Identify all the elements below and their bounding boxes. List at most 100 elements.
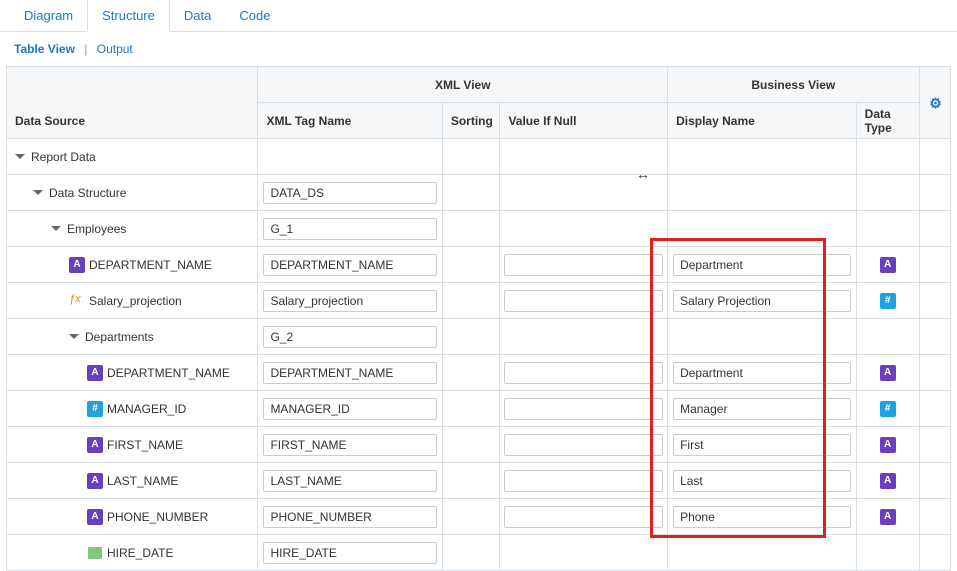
source-label: Data Structure <box>49 186 126 200</box>
value-if-null-input[interactable] <box>504 290 663 312</box>
text-type-icon[interactable] <box>880 509 896 525</box>
source-label: Departments <box>85 330 154 344</box>
value-if-null-input[interactable] <box>504 434 663 456</box>
header-xml-view: XML View <box>258 67 668 103</box>
text-type-icon[interactable] <box>880 437 896 453</box>
source-label: LAST_NAME <box>107 474 178 488</box>
header-data-source: Data Source <box>7 67 258 139</box>
value-if-null-input[interactable] <box>504 506 663 528</box>
table-row: LAST_NAME <box>7 463 951 499</box>
display-name-input[interactable] <box>673 254 851 276</box>
sub-tab-bar: Table View | Output <box>0 32 957 66</box>
header-sorting: Sorting <box>442 103 500 139</box>
display-name-input[interactable] <box>673 362 851 384</box>
text-type-icon <box>87 509 103 525</box>
number-type-icon <box>87 401 103 417</box>
tree-node[interactable]: FIRST_NAME <box>7 427 257 462</box>
xml-tag-input[interactable] <box>263 182 436 204</box>
table-row: HIRE_DATE <box>7 535 951 571</box>
text-type-icon <box>87 437 103 453</box>
date-type-icon <box>87 545 103 561</box>
text-type-icon <box>69 257 85 273</box>
header-xml-tag-name: XML Tag Name <box>258 103 442 139</box>
xml-tag-input[interactable] <box>263 542 436 564</box>
settings-icon[interactable] <box>928 95 944 111</box>
xml-tag-input[interactable] <box>263 362 436 384</box>
text-type-icon <box>87 365 103 381</box>
table-row: PHONE_NUMBER <box>7 499 951 535</box>
header-data-type: Data Type <box>856 103 919 139</box>
text-type-icon[interactable] <box>880 473 896 489</box>
value-if-null-input[interactable] <box>504 398 663 420</box>
display-name-input[interactable] <box>673 398 851 420</box>
subtab-table-view[interactable]: Table View <box>14 42 75 56</box>
xml-tag-input[interactable] <box>263 254 436 276</box>
xml-tag-input[interactable] <box>263 290 436 312</box>
expand-icon[interactable] <box>69 334 79 339</box>
xml-tag-input[interactable] <box>263 506 436 528</box>
source-label: PHONE_NUMBER <box>107 510 208 524</box>
function-icon <box>69 293 85 309</box>
subtab-output[interactable]: Output <box>97 42 133 56</box>
table-row: DEPARTMENT_NAME <box>7 355 951 391</box>
xml-tag-input[interactable] <box>263 218 436 240</box>
text-type-icon[interactable] <box>880 365 896 381</box>
structure-table: Data Source XML View Business View XML T… <box>6 66 951 571</box>
top-tabs: Diagram Structure Data Code <box>0 0 957 32</box>
source-label: Salary_projection <box>89 294 182 308</box>
tree-node[interactable]: Departments <box>7 319 257 354</box>
header-business-view: Business View <box>668 67 919 103</box>
header-value-if-null: Value If Null <box>500 103 668 139</box>
display-name-input[interactable] <box>673 470 851 492</box>
table-row: Salary_projection <box>7 283 951 319</box>
display-name-input[interactable] <box>673 290 851 312</box>
text-type-icon[interactable] <box>880 257 896 273</box>
expand-icon[interactable] <box>15 154 25 159</box>
tree-node[interactable]: DEPARTMENT_NAME <box>7 355 257 390</box>
xml-tag-input[interactable] <box>263 434 436 456</box>
tab-code[interactable]: Code <box>225 0 284 31</box>
xml-tag-input[interactable] <box>263 398 436 420</box>
source-label: Report Data <box>31 150 96 164</box>
table-row: Data Structure <box>7 175 951 211</box>
tree-node[interactable]: HIRE_DATE <box>7 535 257 570</box>
expand-icon[interactable] <box>33 190 43 195</box>
value-if-null-input[interactable] <box>504 470 663 492</box>
tab-diagram[interactable]: Diagram <box>10 0 87 31</box>
column-resize-handle[interactable]: ↔ <box>636 166 650 182</box>
structure-grid-wrap: Data Source XML View Business View XML T… <box>0 66 957 571</box>
tab-structure[interactable]: Structure <box>87 0 170 32</box>
tree-node[interactable]: Report Data <box>7 139 257 174</box>
table-row: FIRST_NAME <box>7 427 951 463</box>
table-row: Departments <box>7 319 951 355</box>
source-label: FIRST_NAME <box>107 438 183 452</box>
value-if-null-input[interactable] <box>504 254 663 276</box>
number-type-icon[interactable] <box>880 293 896 309</box>
table-row: Employees <box>7 211 951 247</box>
table-row: Report Data <box>7 139 951 175</box>
expand-icon[interactable] <box>51 226 61 231</box>
tree-node[interactable]: Data Structure <box>7 175 257 210</box>
tree-node[interactable]: Salary_projection <box>7 283 257 318</box>
xml-tag-input[interactable] <box>263 326 436 348</box>
display-name-input[interactable] <box>673 506 851 528</box>
tree-node[interactable]: MANAGER_ID <box>7 391 257 426</box>
table-row: MANAGER_ID <box>7 391 951 427</box>
number-type-icon[interactable] <box>880 401 896 417</box>
source-label: DEPARTMENT_NAME <box>89 258 212 272</box>
xml-tag-input[interactable] <box>263 470 436 492</box>
text-type-icon <box>87 473 103 489</box>
source-label: Employees <box>67 222 126 236</box>
tree-node[interactable]: LAST_NAME <box>7 463 257 498</box>
tree-node[interactable]: DEPARTMENT_NAME <box>7 247 257 282</box>
table-row: DEPARTMENT_NAME <box>7 247 951 283</box>
value-if-null-input[interactable] <box>504 362 663 384</box>
display-name-input[interactable] <box>673 434 851 456</box>
source-label: MANAGER_ID <box>107 402 186 416</box>
tree-node[interactable]: PHONE_NUMBER <box>7 499 257 534</box>
subtab-separator: | <box>84 42 87 56</box>
source-label: DEPARTMENT_NAME <box>107 366 230 380</box>
source-label: HIRE_DATE <box>107 546 173 560</box>
tab-data[interactable]: Data <box>170 0 225 31</box>
tree-node[interactable]: Employees <box>7 211 257 246</box>
